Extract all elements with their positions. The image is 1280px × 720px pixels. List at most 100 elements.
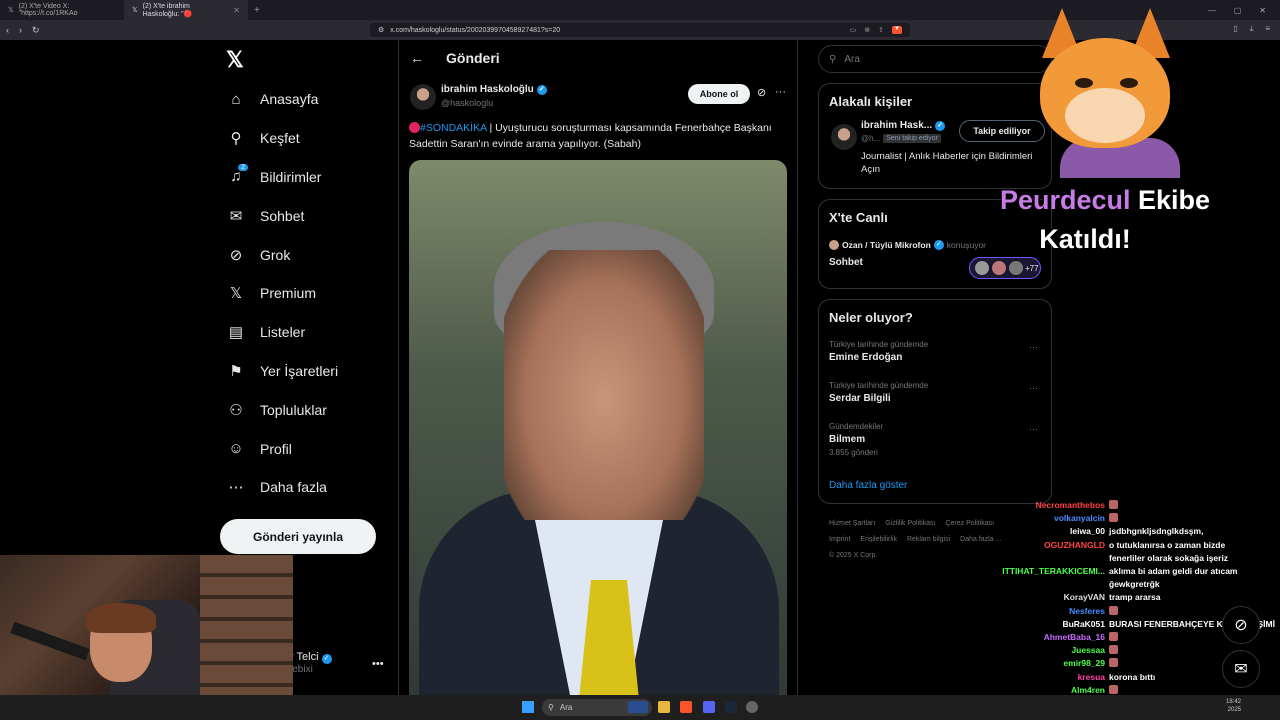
tab-title: (2) X'te ibrahim Haskoloğlu: "🔴 (142, 2, 193, 18)
emote-icon (1109, 632, 1118, 642)
brave-icon[interactable] (680, 701, 692, 713)
post-button[interactable]: Gönderi yayınla (220, 519, 376, 554)
windows-start-icon[interactable] (522, 701, 534, 713)
nav-item-home[interactable]: ⌂ Anasayfa (226, 80, 338, 119)
nav-item-more[interactable]: ⋯ Daha fazla (226, 468, 338, 507)
subscribe-button[interactable]: Abone ol (688, 84, 750, 104)
hashtag-link[interactable]: #SONDAKİKA (420, 122, 487, 134)
nav-item-profile[interactable]: ☺ Profil (226, 429, 338, 468)
more-icon[interactable]: ··· (1029, 424, 1038, 434)
nav-item-grok[interactable]: ⊘ Grok (226, 235, 338, 274)
forward-arrow-icon[interactable]: › (19, 25, 22, 35)
steam-icon[interactable] (725, 701, 737, 713)
footer-link[interactable]: Daha fazla ... (960, 536, 1001, 543)
x-logo-icon: 𝕏 (8, 7, 14, 14)
trend-item[interactable]: Türkiye tarihinde gündemde Emine Erdoğan (829, 340, 928, 363)
nav-label: Yer İşaretleri (260, 362, 339, 379)
show-more-link[interactable]: Daha fazla göster (829, 480, 907, 491)
people-icon: ⚇ (229, 401, 243, 419)
chat-username (1000, 578, 1105, 591)
tab-title: (2) X'te Video X: "https://t.co/1RKAo (18, 3, 78, 17)
footer-link[interactable]: Imprint (829, 536, 850, 543)
author-avatar[interactable] (410, 84, 436, 110)
brave-shield-icon[interactable]: ▼ (892, 26, 902, 34)
x-logo-icon[interactable]: 𝕏 (226, 47, 244, 73)
nav-label: Profil (260, 440, 292, 457)
minimize-icon[interactable]: — (1208, 6, 1216, 15)
emote-icon (1109, 500, 1118, 509)
chat-message: Necromanthebos (1000, 499, 1280, 512)
close-icon[interactable]: ✕ (233, 6, 240, 15)
bell-icon: ♫ 2 (226, 164, 248, 185)
grok-icon[interactable]: ⊘ (757, 86, 766, 99)
nav-item-notifications[interactable]: ♫ 2 Bildirimler (226, 158, 338, 197)
sidebar-icon[interactable]: ▯ (1233, 24, 1237, 34)
verified-badge-icon: ✓ (935, 120, 946, 131)
alert-text: Ekibe (1130, 185, 1211, 215)
verified-badge-icon: ✓ (933, 240, 944, 250)
nav-item-explore[interactable]: ⚲ Keşfet (226, 119, 338, 158)
trend-item[interactable]: Gündemdekiler Bilmem 3.855 gönderi (829, 422, 883, 457)
chat-username: BuRaK051 (1062, 618, 1105, 629)
search-input[interactable]: ⚲ Ara (818, 45, 1052, 73)
close-window-icon[interactable]: ✕ (1259, 6, 1266, 15)
follower-alert: Peurdecul Ekibe (975, 185, 1235, 216)
nav-item-communities[interactable]: ⚇ Topluluklar (226, 390, 338, 429)
site-settings-icon[interactable]: ⚙ (378, 26, 384, 34)
primary-nav: ⌂ Anasayfa ⚲ Keşfet ♫ 2 Bildirimler ✉ Sohbet … (226, 80, 338, 507)
menu-icon[interactable]: ≡ (1265, 24, 1270, 34)
widget-icon[interactable] (628, 701, 648, 713)
back-arrow-icon[interactable]: ← (410, 50, 424, 66)
zoom-icon[interactable]: ⊕ (864, 26, 870, 34)
nav-item-lists[interactable]: ▤ Listeler (226, 313, 338, 352)
mail-icon: ✉ (229, 207, 243, 225)
nav-item-messages[interactable]: ✉ Sohbet (226, 196, 338, 235)
footer-link[interactable]: Hizmet Şartları (829, 520, 875, 527)
browser-tab-active[interactable]: 𝕏 (2) X'te ibrahim Haskoloğlu: "🔴 ✕ (124, 0, 248, 20)
related-bio: Journalist | Anlık Haberler için Bildiri… (861, 151, 1033, 175)
listeners-pill[interactable]: +77 (969, 257, 1041, 279)
obs-icon[interactable] (746, 701, 758, 713)
trend-item[interactable]: Türkiye tarihinde gündemde Serdar Bilgili (829, 381, 928, 404)
back-arrow-icon[interactable]: ‹ (6, 25, 9, 35)
download-icon[interactable]: ⤓ (1250, 24, 1254, 34)
chat-text (1109, 631, 1118, 644)
chat-username: AhmetBaba_16 (1043, 632, 1105, 643)
search-icon: ⚲ (548, 703, 554, 712)
reader-icon[interactable]: ▭ (850, 26, 857, 34)
related-avatar[interactable] (831, 124, 857, 150)
grok-floating-icon[interactable]: ⊘ (1222, 606, 1260, 644)
address-bar[interactable]: ⚙ x.com/haskologlu/status/20020399704589… (370, 23, 910, 37)
new-tab-icon[interactable]: + (248, 5, 266, 16)
streamer-hair (86, 603, 156, 633)
nav-item-premium[interactable]: 𝕏 Premium (226, 274, 338, 313)
more-icon[interactable]: ··· (775, 86, 786, 98)
more-icon[interactable]: ··· (1029, 383, 1038, 393)
chat-message: volkanyalcin (1000, 512, 1280, 525)
maximize-icon[interactable]: ▢ (1234, 6, 1242, 15)
footer-link[interactable]: Erişilebilirlik (860, 536, 897, 543)
discord-icon[interactable] (703, 701, 715, 713)
related-name[interactable]: ibrahim Hask... ✓ (861, 120, 946, 131)
chat-text (1109, 512, 1118, 525)
more-icon[interactable]: ··· (1029, 342, 1038, 352)
account-switcher[interactable]: r Telci ✓ lebixi (290, 651, 332, 675)
footer-link[interactable]: Çerez Politikası (945, 520, 994, 527)
nav-item-bookmarks[interactable]: ⚑ Yer İşaretleri (226, 352, 338, 391)
search-placeholder: Ara (844, 53, 860, 65)
folder-icon[interactable] (658, 701, 670, 713)
url-text: x.com/haskologlu/status/2002039970458927… (390, 26, 561, 34)
browser-tab[interactable]: 𝕏 (2) X'te Video X: "https://t.co/1RKAo (0, 0, 124, 20)
chat-username: leiwa_00 (1070, 526, 1105, 537)
account-more-icon[interactable]: ••• (372, 658, 384, 670)
share-icon[interactable]: ⇪ (878, 26, 884, 34)
footer-link[interactable]: Reklam bilgisi (907, 536, 950, 543)
reload-icon[interactable]: ↻ (32, 25, 40, 36)
messages-floating-icon[interactable]: ✉ (1222, 650, 1260, 688)
author-name[interactable]: ibrahim Haskoloğlu ✓ (441, 84, 547, 95)
post-image[interactable] (409, 160, 787, 695)
listener-avatar (974, 260, 990, 276)
author-handle[interactable]: @haskologlu (441, 98, 493, 108)
live-host: Ozan / Tüylü Mikrofon ✓ konuşuyor (829, 240, 986, 250)
footer-link[interactable]: Gizlilik Politikası (885, 520, 935, 527)
